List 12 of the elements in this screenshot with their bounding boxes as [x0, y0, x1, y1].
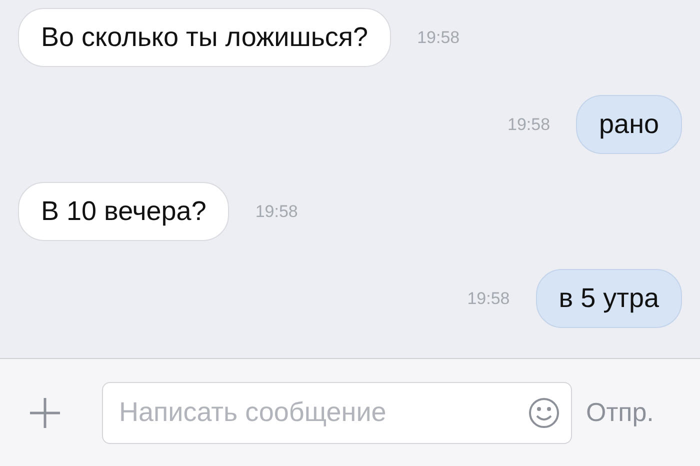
plus-icon[interactable] — [28, 396, 62, 430]
message-input-field[interactable]: Написать сообщение — [102, 382, 572, 444]
message-time: 19:58 — [417, 28, 460, 48]
message-time: 19:58 — [255, 202, 298, 222]
message-bubble: В 10 вечера? — [18, 182, 230, 241]
message-bubble: в 5 утра — [536, 269, 682, 328]
message-bubble: рано — [576, 95, 682, 154]
smiley-icon[interactable] — [528, 396, 560, 428]
send-button[interactable]: Отпр. — [586, 397, 654, 428]
message-bubble: Во сколько ты ложишься? — [18, 8, 392, 67]
message-time: 19:58 — [467, 288, 510, 308]
message-time: 19:58 — [507, 114, 550, 134]
